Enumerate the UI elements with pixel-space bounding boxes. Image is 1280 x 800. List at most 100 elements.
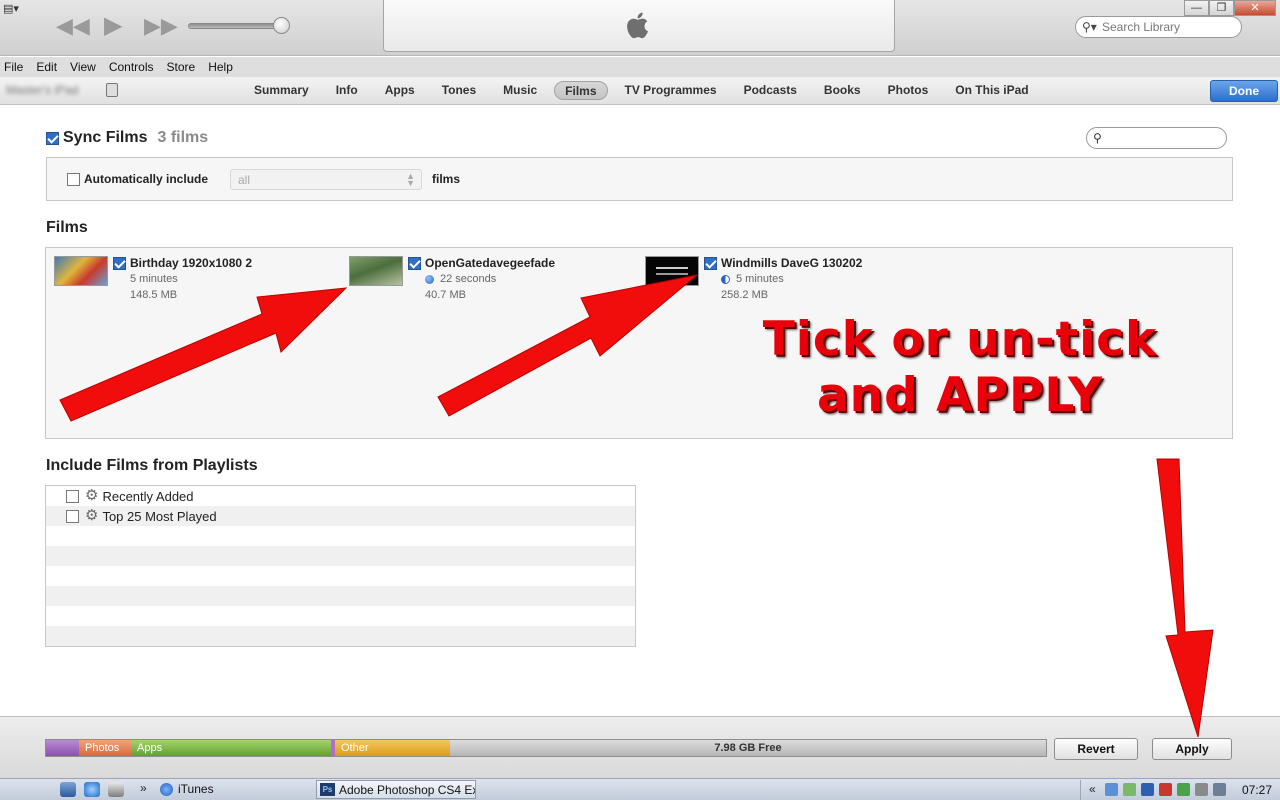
taskbar-clock: 07:27	[1241, 783, 1272, 797]
tray-update-icon[interactable]	[1177, 783, 1190, 796]
show-desktop-icon[interactable]	[60, 782, 76, 797]
playlist-empty-row	[46, 626, 635, 646]
device-tab-bar: Master's iPad Summary Info Apps Tones Mu…	[0, 77, 1280, 105]
tab-podcasts[interactable]: Podcasts	[734, 81, 807, 100]
volume-knob[interactable]	[273, 17, 290, 34]
auto-include-select[interactable]: all ▲ ▼	[230, 169, 422, 190]
playlist-empty-row	[46, 586, 635, 606]
search-library-input[interactable]: ⚲▾ Search Library	[1075, 16, 1242, 38]
unwatched-dot-icon	[425, 275, 434, 284]
done-button[interactable]: Done	[1210, 80, 1278, 102]
device-name[interactable]: Master's iPad	[6, 83, 78, 97]
films-section-title: Films	[46, 219, 88, 236]
smart-playlist-gear-icon: ⚙	[85, 507, 99, 524]
taskbar-photoshop[interactable]: Adobe Photoshop CS4 Ex...	[316, 780, 476, 799]
playlist-checkbox[interactable]	[66, 489, 79, 503]
sync-films-count: 3 films	[157, 129, 209, 146]
film-thumbnail[interactable]	[54, 256, 108, 286]
status-display	[383, 0, 895, 52]
playlist-empty-row	[46, 606, 635, 626]
auto-include-checkbox[interactable]	[67, 173, 80, 186]
internet-explorer-icon[interactable]	[84, 782, 100, 797]
film-thumbnail[interactable]	[645, 256, 699, 286]
film-size: 40.7 MB	[425, 289, 466, 301]
tab-music[interactable]: Music	[493, 81, 547, 100]
annotation-line-2: and APPLY	[816, 368, 1104, 423]
playlist-checkbox[interactable]	[66, 509, 79, 523]
apply-button[interactable]: Apply	[1152, 738, 1232, 760]
capacity-segment-free: 7.98 GB Free	[450, 740, 1046, 756]
app-menu-icon[interactable]: ▤▾	[3, 2, 27, 15]
film-thumbnail[interactable]	[349, 256, 403, 286]
tab-summary[interactable]: Summary	[244, 81, 319, 100]
film-checkbox[interactable]	[704, 257, 717, 270]
player-bar: ▤▾ ◀◀ ▶ ▶▶ ⚲▾ Search Library — ❐ ✕	[0, 0, 1280, 56]
select-arrows-icon: ▲ ▼	[406, 171, 415, 188]
arrow-to-apply	[1156, 458, 1214, 738]
next-track-icon[interactable]: ▶▶	[144, 12, 178, 40]
maximize-icon[interactable]: ❐	[1209, 0, 1234, 16]
film-size: 148.5 MB	[130, 289, 178, 301]
tab-tones[interactable]: Tones	[432, 81, 486, 100]
film-title: Birthday 1920x1080 2	[130, 256, 253, 270]
tab-books[interactable]: Books	[814, 81, 871, 100]
capacity-bar: Photos Apps Other 7.98 GB Free	[45, 739, 1047, 757]
minimize-icon[interactable]: —	[1184, 0, 1209, 16]
tab-tv-programmes[interactable]: TV Programmes	[615, 81, 727, 100]
window-controls: — ❐ ✕	[1184, 0, 1276, 16]
device-tabs: Summary Info Apps Tones Music Films TV P…	[244, 81, 1046, 100]
taskbar-itunes[interactable]: iTunes	[156, 781, 222, 799]
tab-info[interactable]: Info	[326, 81, 368, 100]
capacity-segment-video	[46, 740, 79, 756]
playlist-empty-row	[46, 566, 635, 586]
tab-on-this-ipad[interactable]: On This iPad	[945, 81, 1038, 100]
tray-volume-icon[interactable]	[1213, 783, 1226, 796]
sync-films-checkbox[interactable]	[46, 131, 59, 145]
menu-file[interactable]: File	[4, 60, 23, 74]
capacity-bar-area: Photos Apps Other 7.98 GB Free Revert Ap…	[0, 716, 1280, 778]
volume-slider[interactable]	[188, 23, 286, 29]
menu-store[interactable]: Store	[167, 60, 196, 74]
capacity-segment-apps: Apps	[131, 740, 331, 756]
previous-track-icon[interactable]: ◀◀	[56, 12, 90, 40]
film-title: OpenGatedavegeefade	[425, 256, 556, 270]
film-checkbox[interactable]	[408, 257, 421, 270]
menu-edit[interactable]: Edit	[36, 60, 57, 74]
playlist-item: ⚙ Recently Added	[46, 486, 635, 506]
playlists-list: ⚙ Recently Added ⚙ Top 25 Most Played	[45, 485, 636, 647]
capacity-segment-other: Other	[335, 740, 450, 756]
film-duration: 5 minutes	[130, 273, 178, 285]
tab-photos[interactable]: Photos	[878, 81, 939, 100]
close-icon[interactable]: ✕	[1234, 0, 1276, 16]
capacity-segment-photos: Photos	[79, 740, 131, 756]
auto-include-label: Automatically include	[84, 172, 209, 186]
films-search-input[interactable]: ⚲	[1086, 127, 1227, 149]
menu-controls[interactable]: Controls	[109, 60, 154, 74]
film-duration: 5 minutes	[736, 273, 784, 285]
tab-films[interactable]: Films	[554, 81, 608, 100]
quick-launch-chevron[interactable]: »	[140, 781, 147, 795]
search-icon: ⚲	[1093, 131, 1102, 145]
playlist-label: Top 25 Most Played	[102, 508, 217, 524]
tab-apps[interactable]: Apps	[375, 81, 425, 100]
playlist-empty-row	[46, 526, 635, 546]
film-checkbox[interactable]	[113, 257, 126, 270]
tray-network-icon[interactable]	[1105, 783, 1118, 796]
tray-security-icon[interactable]	[1123, 783, 1136, 796]
play-icon[interactable]: ▶	[104, 12, 122, 40]
system-tray: « 07:27	[1080, 780, 1280, 800]
menu-view[interactable]: View	[70, 60, 96, 74]
tray-bluetooth-icon[interactable]	[1141, 783, 1154, 796]
auto-include-suffix: films	[432, 172, 461, 186]
menu-help[interactable]: Help	[208, 60, 233, 74]
annotation-line-1: Tick or un-tick	[762, 312, 1158, 367]
search-library-placeholder: Search Library	[1102, 20, 1181, 34]
film-title: Windmills DaveG 130202	[721, 256, 863, 270]
media-player-icon[interactable]	[108, 782, 124, 797]
partially-watched-dot-icon	[721, 275, 730, 284]
tray-app-icon[interactable]	[1159, 783, 1172, 796]
tray-power-icon[interactable]	[1195, 783, 1208, 796]
revert-button[interactable]: Revert	[1054, 738, 1138, 760]
device-eject-icon[interactable]	[106, 83, 118, 97]
tray-expand-chevron[interactable]: «	[1089, 782, 1096, 796]
